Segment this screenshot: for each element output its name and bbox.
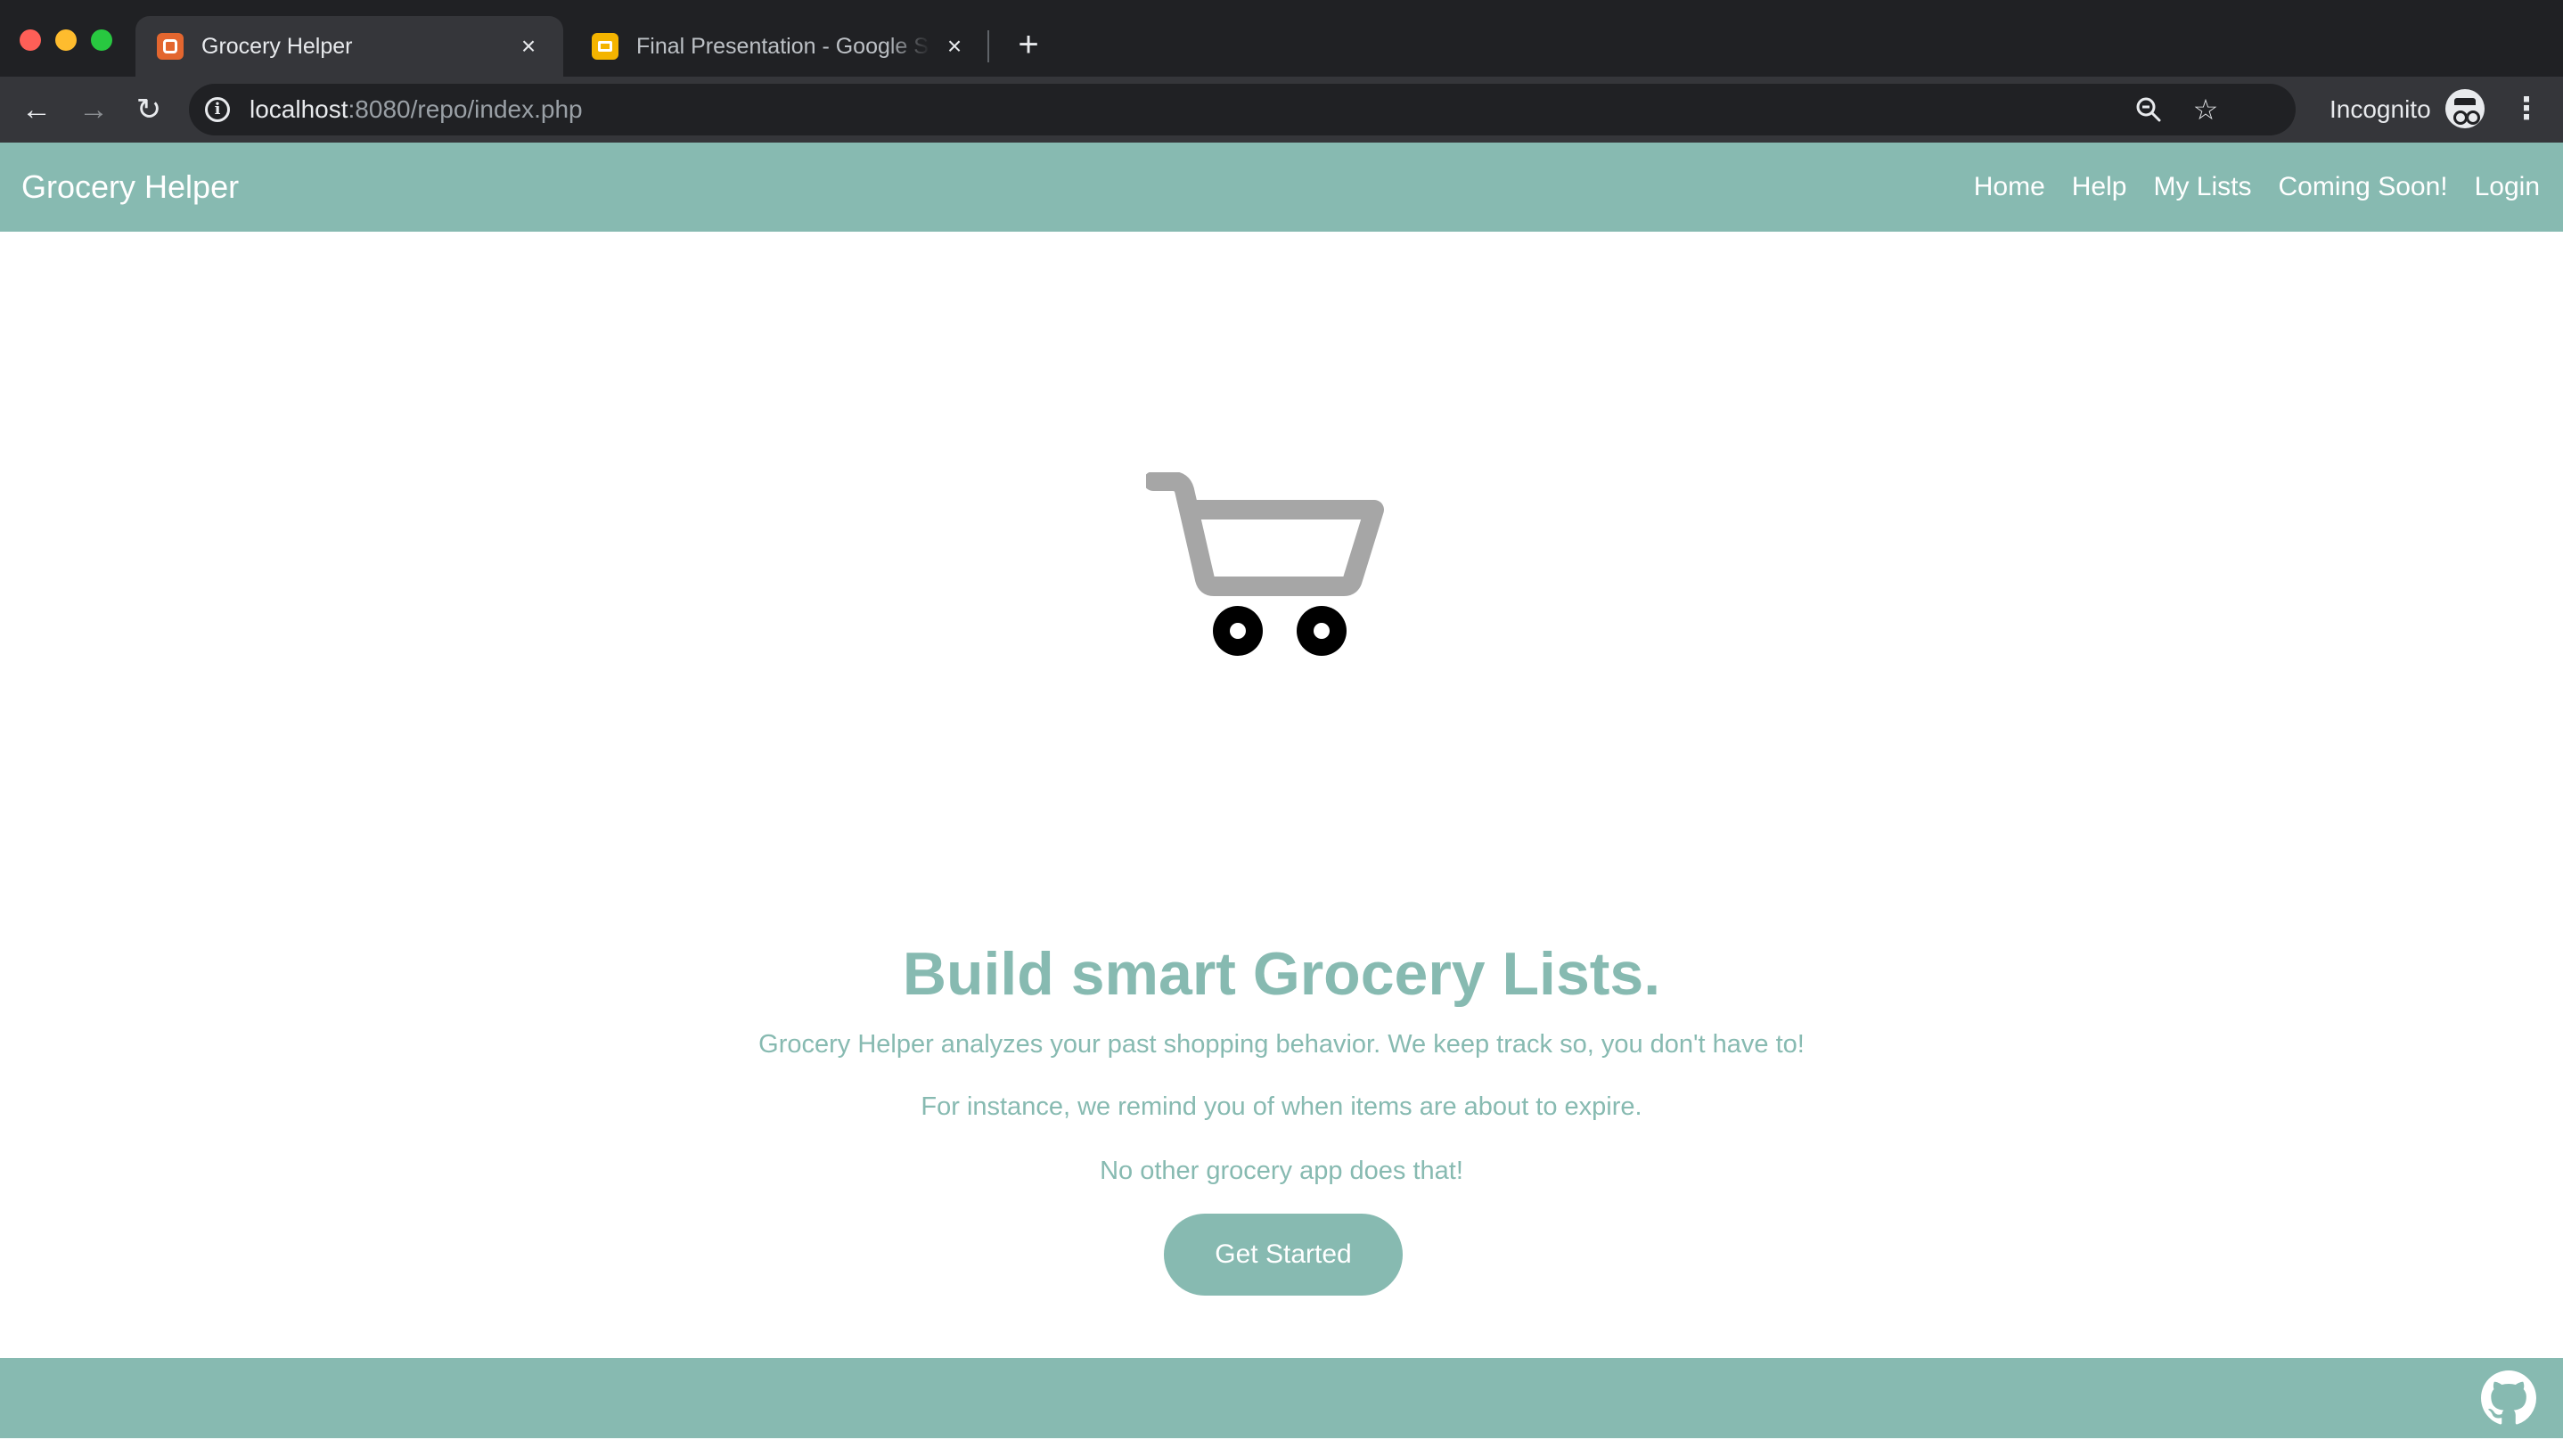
tab-title: Final Presentation - Google Slides — [636, 33, 930, 59]
maximize-window-button[interactable] — [91, 29, 112, 51]
close-tab-icon[interactable]: × — [941, 33, 968, 60]
incognito-label: Incognito — [2330, 95, 2431, 123]
nav-links: Home Help My Lists Coming Soon! Login — [1974, 169, 2540, 205]
url-text[interactable]: localhost:8080/repo/index.php — [250, 96, 583, 123]
tab-final-presentation[interactable]: Final Presentation - Google Slides × — [570, 16, 989, 77]
google-slides-icon — [592, 33, 618, 60]
site-info-icon[interactable]: i — [205, 97, 230, 122]
hero-title: Build smart Grocery Lists. — [902, 940, 1661, 1008]
nav-home[interactable]: Home — [1974, 169, 2045, 205]
tab-title: Grocery Helper — [201, 33, 353, 59]
get-started-button[interactable]: Get Started — [1164, 1214, 1403, 1296]
shopping-cart-icon — [1146, 472, 1384, 656]
page-viewport: Grocery Helper Home Help My Lists Coming… — [0, 143, 2563, 1456]
nav-help[interactable]: Help — [2072, 169, 2127, 205]
hero-description: Grocery Helper analyzes your past shoppi… — [758, 1030, 1805, 1059]
hero-tagline: No other grocery app does that! — [1100, 1157, 1463, 1185]
reload-button[interactable]: ↻ — [128, 89, 169, 130]
minimize-window-button[interactable] — [55, 29, 77, 51]
nav-login[interactable]: Login — [2475, 169, 2540, 205]
hero-example: For instance, we remind you of when item… — [921, 1092, 1642, 1121]
site-footer — [0, 1358, 2563, 1438]
zoom-icon[interactable] — [2128, 89, 2169, 130]
url-host: localhost — [250, 95, 348, 123]
close-tab-icon[interactable]: × — [515, 33, 542, 60]
new-tab-button[interactable]: + — [1011, 27, 1046, 62]
incognito-icon[interactable] — [2445, 89, 2485, 128]
browser-menu-icon[interactable]: ⋮ — [2511, 91, 2542, 127]
magnifier-icon — [2136, 97, 2161, 122]
github-icon[interactable] — [2481, 1370, 2536, 1426]
tab-divider — [987, 30, 989, 62]
browser-tab-strip: Grocery Helper × Final Presentation - Go… — [0, 0, 2563, 77]
page-bottom-edge — [0, 1438, 2563, 1456]
url-path: :8080/repo/index.php — [348, 95, 583, 123]
back-button[interactable]: ← — [16, 89, 57, 130]
address-bar[interactable]: i localhost:8080/repo/index.php ☆ — [189, 84, 2296, 135]
forward-button[interactable]: → — [73, 89, 114, 130]
xampp-icon — [157, 33, 184, 60]
close-window-button[interactable] — [20, 29, 41, 51]
browser-toolbar: ← → ↻ i localhost:8080/repo/index.php ☆ … — [0, 77, 2563, 143]
nav-coming-soon[interactable]: Coming Soon! — [2278, 169, 2447, 205]
nav-my-lists[interactable]: My Lists — [2153, 169, 2251, 205]
tab-grocery-helper[interactable]: Grocery Helper × — [135, 16, 563, 77]
bookmark-star-icon[interactable]: ☆ — [2185, 89, 2226, 130]
site-brand[interactable]: Grocery Helper — [21, 169, 239, 205]
site-navbar: Grocery Helper Home Help My Lists Coming… — [0, 143, 2563, 232]
